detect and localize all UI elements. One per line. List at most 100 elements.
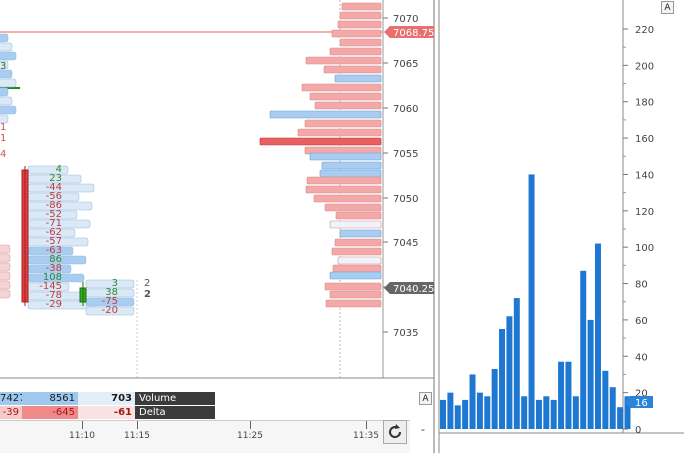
histogram-bar	[535, 399, 542, 429]
profile-bar	[339, 229, 382, 238]
histogram-bar	[440, 399, 446, 429]
histogram-tick-label: 160	[635, 134, 654, 145]
profile-bar	[335, 211, 382, 220]
last-price-label: 7040.25	[393, 284, 434, 295]
histogram-bar	[572, 396, 579, 429]
profile-bar	[323, 65, 382, 74]
histogram-bar	[513, 298, 520, 429]
footprint-fragment	[0, 244, 11, 254]
profile-bar	[306, 176, 382, 185]
footprint-fragment	[0, 42, 13, 52]
time-label: 11:25	[237, 431, 263, 441]
stray-label: 4	[0, 149, 6, 160]
footprint-fragment	[0, 33, 9, 43]
histogram-tick-label: 100	[635, 243, 654, 254]
profile-bar	[305, 56, 382, 65]
stray-label: 1	[0, 133, 6, 144]
histogram-a-button[interactable]: A	[661, 1, 674, 14]
stray-label: 1	[0, 122, 6, 133]
profile-bar	[259, 137, 382, 146]
footprint-fragment	[0, 280, 11, 290]
time-tick	[82, 421, 83, 429]
histogram-tick-label: 0	[635, 425, 641, 436]
volume-cell-1: 7427	[0, 392, 26, 405]
histogram-tick-label: 60	[635, 316, 648, 327]
footprint-fragment	[0, 105, 17, 115]
profile-bar	[305, 185, 382, 194]
profile-bar	[334, 74, 382, 83]
price-tick-label: 7055	[393, 149, 418, 160]
profile-bar	[301, 83, 382, 92]
profile-bar	[339, 11, 382, 20]
price-chart-pane[interactable]: 4 23 -44 -56 -86 -52 -71 -62 -57 -63 86 -38 108 -145-…	[0, 0, 437, 453]
histogram-tick-label: 40	[635, 352, 648, 363]
footprint-fragment	[0, 96, 13, 106]
histogram-tick-label: 200	[635, 61, 654, 72]
minus-button[interactable]: -	[411, 420, 435, 440]
histogram-pane[interactable]: 220 200 180 160 140 120 100 80 60 40 20 0 16 A	[438, 0, 684, 453]
time-tick	[137, 421, 138, 429]
volume-cell-2: 8561	[22, 392, 78, 405]
time-tick	[250, 421, 251, 429]
histogram-bar	[587, 319, 594, 429]
histogram-bar	[558, 361, 565, 429]
histogram-tick-label: 140	[635, 170, 654, 181]
histogram-tick-label: 180	[635, 98, 654, 109]
profile-bar	[332, 264, 382, 273]
histogram-tick-label: 220	[635, 25, 654, 36]
footprint-fragment	[0, 289, 11, 299]
table-a-button[interactable]: A	[419, 392, 432, 405]
price-tick-label: 7035	[393, 328, 418, 339]
footprint-fragment	[0, 51, 17, 61]
trade-count: 2	[144, 278, 150, 289]
profile-bar	[321, 161, 382, 170]
footprint-cell	[27, 165, 69, 175]
trade-count: 2	[144, 289, 151, 300]
time-tick	[366, 421, 367, 429]
histogram-bar	[617, 407, 624, 429]
histogram-chart[interactable]: 220200180160140120100806040200 16	[438, 0, 684, 453]
profile-bar	[304, 119, 382, 128]
profile-bar	[269, 110, 382, 119]
refresh-icon	[389, 424, 402, 439]
current-price-label: 7068.75	[393, 28, 434, 39]
profile-bar	[341, 2, 382, 11]
profile-bar	[324, 282, 382, 291]
histogram-bar	[594, 243, 601, 429]
profile-bar	[314, 101, 382, 110]
histogram-bar	[580, 270, 587, 429]
price-tick-label: 7060	[393, 104, 418, 115]
refresh-button[interactable]	[383, 420, 407, 444]
footprint-fragment	[0, 271, 11, 281]
time-axis[interactable]	[0, 420, 410, 453]
delta-cell-3: -61	[78, 406, 135, 419]
histogram-bar	[602, 370, 609, 429]
price-tick-label: 7070	[393, 14, 418, 25]
histogram-tick-label: 80	[635, 280, 648, 291]
profile-bar	[331, 247, 382, 256]
profile-bar	[337, 256, 382, 265]
histogram-bar	[565, 361, 572, 429]
histogram-bar	[550, 399, 557, 429]
time-label: 11:10	[69, 431, 95, 441]
time-label: 11:35	[353, 431, 379, 441]
delta-cell-1: -39	[0, 406, 22, 419]
profile-bar	[339, 38, 382, 47]
footprint-fragment	[0, 78, 17, 88]
time-label: 11:15	[124, 431, 150, 441]
price-tick-label: 7045	[393, 238, 418, 249]
profile-bar	[309, 152, 382, 161]
delta-row-label: Delta	[135, 406, 215, 419]
profile-bar	[313, 194, 382, 203]
profile-bar	[329, 271, 382, 280]
histogram-bar	[484, 396, 491, 429]
footprint-chart[interactable]: 423-44-56-86-52-71-62-57-6386-38108-145-…	[0, 0, 437, 453]
profile-bar	[329, 220, 382, 229]
profile-bar	[309, 92, 382, 101]
histogram-bar	[543, 396, 550, 429]
histogram-bar	[462, 399, 469, 429]
histogram-bar	[476, 392, 483, 429]
footprint-fragment	[0, 253, 11, 263]
footprint-delta-label: -20	[102, 305, 118, 316]
profile-bar	[325, 299, 382, 308]
